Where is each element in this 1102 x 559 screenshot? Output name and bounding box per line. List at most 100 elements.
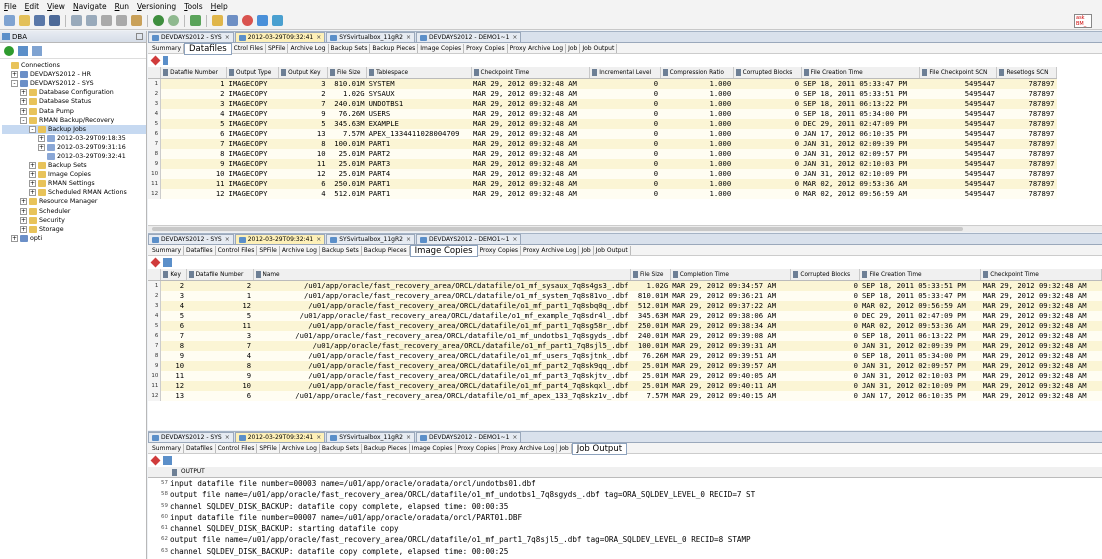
- close-icon[interactable]: ×: [406, 434, 411, 441]
- refresh-icon[interactable]: [163, 56, 168, 65]
- table-row[interactable]: 7 8 7/u01/app/oracle/fast_recovery_area/OR…: [148, 340, 1102, 351]
- close-icon[interactable]: ×: [406, 236, 411, 243]
- pin-icon[interactable]: [150, 55, 161, 66]
- sub-tab-spfile[interactable]: SPFile: [266, 43, 289, 53]
- table-row[interactable]: 6 7 3/u01/app/oracle/fast_recovery_area/OR…: [148, 330, 1102, 341]
- data-modeler-icon[interactable]: [227, 15, 238, 26]
- paste-icon[interactable]: [131, 15, 142, 26]
- column-header[interactable]: Key: [160, 269, 187, 281]
- tree-node[interactable]: + Data Pump: [2, 106, 146, 115]
- column-header[interactable]: File Checkpoint SCN: [919, 67, 998, 79]
- close-icon[interactable]: ×: [512, 434, 517, 441]
- column-header[interactable]: Corrupted Blocks: [790, 269, 861, 281]
- doc-tab[interactable]: DEVDAYS2012 - SYS ×: [148, 432, 234, 442]
- expand-toggle[interactable]: +: [38, 134, 45, 142]
- tree-node[interactable]: 2012-03-29T09:32:41: [2, 152, 146, 161]
- save-icon[interactable]: [34, 15, 45, 26]
- sub-tab-archive-log[interactable]: Archive Log: [288, 43, 329, 53]
- column-header[interactable]: Compression Ratio: [660, 67, 734, 79]
- column-header[interactable]: Tablespace: [366, 67, 472, 79]
- tree-node[interactable]: + Backup Sets: [2, 161, 146, 170]
- column-header[interactable]: Corrupted Blocks: [733, 67, 802, 79]
- expand-toggle[interactable]: +: [29, 171, 36, 179]
- close-icon[interactable]: ×: [316, 236, 321, 243]
- menu-item-help[interactable]: Help: [211, 2, 228, 11]
- table-row[interactable]: 10 11 9/u01/app/oracle/fast_recovery_area/…: [148, 370, 1102, 381]
- tree-node[interactable]: - Backup Jobs: [2, 124, 146, 134]
- close-icon[interactable]: ×: [225, 434, 230, 441]
- doc-tab[interactable]: SYSvirtualbox_11gR2 ×: [326, 32, 416, 42]
- sub-tab-backup-sets[interactable]: Backup Sets: [320, 443, 362, 453]
- column-header[interactable]: Name: [253, 269, 632, 281]
- sub-tab-control-files[interactable]: Control Files: [216, 443, 258, 453]
- table-row[interactable]: 8 9 4/u01/app/oracle/fast_recovery_area/OR…: [148, 350, 1102, 361]
- sub-tab-backup-pieces[interactable]: Backup Pieces: [362, 245, 410, 255]
- table-row[interactable]: 2 2 IMAGECOPY 2 1.02G SYSAUX MAR 29, 2012 09:3…: [148, 88, 1057, 99]
- undo-icon[interactable]: [71, 15, 82, 26]
- doc-tab[interactable]: DEVDAYS2012 - DEMO1~1 ×: [416, 32, 522, 42]
- sub-tab-spfile[interactable]: SPFile: [257, 245, 280, 255]
- sub-tab-archive-log[interactable]: Archive Log: [280, 245, 320, 255]
- pin-icon[interactable]: [150, 257, 161, 268]
- table-row[interactable]: 3 3 IMAGECOPY 7 240.01M UNDOTBS1 MAR 29, 2012 …: [148, 98, 1057, 109]
- refresh-icon[interactable]: [163, 456, 172, 465]
- expand-toggle[interactable]: +: [11, 71, 18, 79]
- tree-node[interactable]: - RMAN Backup/Recovery: [2, 116, 146, 125]
- sub-tab-datafiles[interactable]: Datafiles: [184, 443, 216, 453]
- table-row[interactable]: 5 5 IMAGECOPY 5 345.63M EXAMPLE MAR 29, 2012 0…: [148, 118, 1057, 129]
- tree-node[interactable]: + Resource Manager: [2, 197, 146, 206]
- sub-tab-backup-pieces[interactable]: Backup Pieces: [370, 43, 419, 53]
- expand-toggle[interactable]: +: [20, 98, 27, 106]
- sub-tab-backup-sets[interactable]: Backup Sets: [320, 245, 362, 255]
- expand-toggle[interactable]: -: [11, 80, 18, 88]
- sub-tab-summary[interactable]: Summary: [150, 443, 184, 453]
- sub-tab-proxy-archive-log[interactable]: Proxy Archive Log: [521, 245, 580, 255]
- sub-tab-proxy-archive-log[interactable]: Proxy Archive Log: [508, 43, 567, 53]
- tree-node[interactable]: + Storage: [2, 225, 146, 234]
- sub-tab-backup-sets[interactable]: Backup Sets: [329, 43, 371, 53]
- expand-toggle[interactable]: +: [20, 89, 27, 97]
- table-row[interactable]: 12 13 6/u01/app/oracle/fast_recovery_area/…: [148, 390, 1102, 401]
- column-header[interactable]: Incremental Level: [589, 67, 661, 79]
- sub-tab-proxy-copies[interactable]: Proxy Copies: [456, 443, 500, 453]
- menu-item-view[interactable]: View: [47, 2, 65, 11]
- close-icon[interactable]: ×: [225, 236, 230, 243]
- doc-tab[interactable]: SYSvirtualbox_11gR2 ×: [326, 432, 416, 442]
- sub-tab-ctrol-files[interactable]: Ctrol Files: [232, 43, 266, 53]
- sub-tab-job-output[interactable]: Job Output: [594, 245, 631, 255]
- menu-item-run[interactable]: Run: [115, 2, 129, 11]
- table-row[interactable]: 4 5 5/u01/app/oracle/fast_recovery_area/OR…: [148, 310, 1102, 321]
- tree-node[interactable]: +2012-03-29T09:31:16: [2, 143, 146, 152]
- sub-tab-proxy-copies[interactable]: Proxy Copies: [478, 245, 522, 255]
- table-row[interactable]: 1 2 2/u01/app/oracle/fast_recovery_area/OR…: [148, 280, 1102, 291]
- forward-icon[interactable]: [168, 15, 179, 26]
- expand-toggle[interactable]: +: [29, 180, 36, 188]
- tree-node[interactable]: + Database Status: [2, 97, 146, 106]
- column-header[interactable]: File Creation Time: [801, 67, 921, 79]
- doc-tab[interactable]: DEVDAYS2012 - SYS ×: [148, 32, 234, 42]
- expand-toggle[interactable]: -: [20, 116, 27, 124]
- grid-icon[interactable]: [272, 15, 283, 26]
- column-header[interactable]: Completion Time: [670, 269, 792, 281]
- expand-toggle[interactable]: +: [29, 189, 36, 197]
- sub-tab-archive-log[interactable]: Archive Log: [280, 443, 320, 453]
- sub-tab-job-output[interactable]: Job Output: [571, 442, 628, 455]
- sub-tab-job[interactable]: Job: [557, 443, 572, 453]
- tree-node[interactable]: - DEVDAYS2012 - SYS: [2, 79, 146, 88]
- tree-node[interactable]: + RMAN Settings: [2, 179, 146, 188]
- column-header[interactable]: Output Type: [226, 67, 280, 79]
- expand-toggle[interactable]: +: [20, 107, 27, 115]
- expand-toggle[interactable]: -: [29, 125, 36, 133]
- column-header[interactable]: Datafile Number: [186, 269, 254, 281]
- column-header[interactable]: File Size: [630, 269, 671, 281]
- doc-tab[interactable]: 2012-03-29T09:32:41 ×: [234, 432, 326, 442]
- expand-toggle[interactable]: +: [38, 143, 45, 151]
- sub-tab-image-copies[interactable]: Image Copies: [410, 443, 456, 453]
- tree-node[interactable]: + Scheduled RMAN Actions: [2, 188, 146, 197]
- sub-tab-proxy-copies[interactable]: Proxy Copies: [464, 43, 508, 53]
- table-row[interactable]: 7 7 IMAGECOPY 8 100.01M PART1 MAR 29, 2012 09:…: [148, 138, 1057, 149]
- sub-tab-job[interactable]: Job: [566, 43, 581, 53]
- open-icon[interactable]: [19, 15, 30, 26]
- sub-tab-job[interactable]: Job: [579, 245, 594, 255]
- table-row[interactable]: 9 10 8/u01/app/oracle/fast_recovery_area/O…: [148, 360, 1102, 371]
